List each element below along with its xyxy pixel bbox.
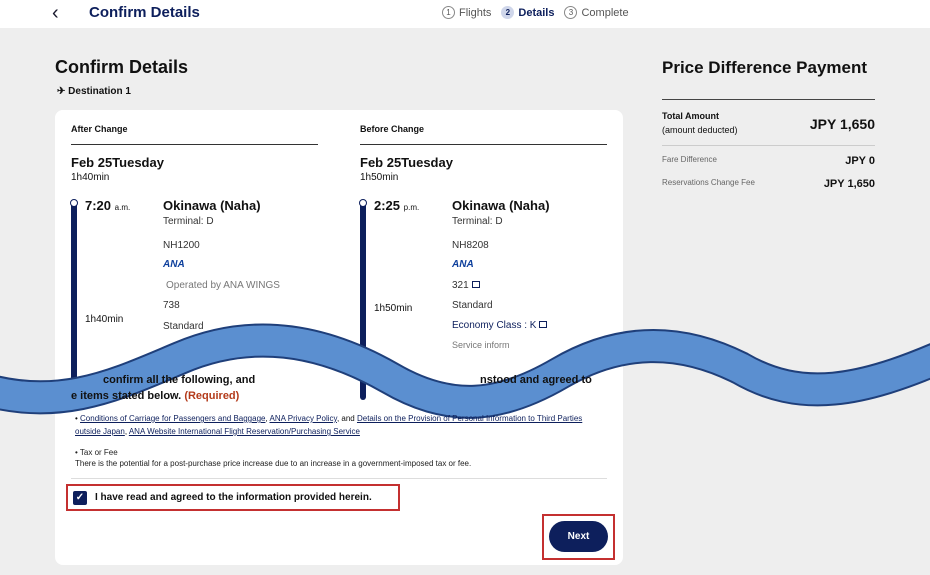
flight-date: Feb 25Tuesday [360, 155, 453, 170]
divider [662, 99, 875, 100]
step-label: Complete [581, 6, 629, 19]
divider [71, 144, 318, 145]
progress-steps: 1 Flights 2 Details 3 Complete [442, 6, 629, 19]
airline-logo: ANA [452, 259, 474, 270]
step-label: Flights [459, 6, 492, 19]
next-button[interactable]: Next [549, 521, 608, 552]
total-value: JPY 1,650 [809, 116, 875, 132]
departure-time: 2:25 p.m. [374, 198, 420, 213]
agree-checkbox-row[interactable]: ✓ I have read and agreed to the informat… [66, 484, 400, 511]
aircraft: 738 [163, 300, 180, 311]
fare-difference-label: Fare Difference [662, 155, 717, 164]
step-flights: 1 Flights [442, 6, 491, 19]
conditions-link[interactable]: Conditions of Carriage for Passengers an… [80, 414, 265, 423]
confirm-instruction-line2: e items stated below. (Required) [71, 390, 240, 402]
terminal: Terminal: D [452, 216, 503, 227]
timeline-dot [70, 199, 78, 207]
divider [662, 145, 875, 146]
step-label: Details [518, 6, 555, 19]
top-bar: ‹ Confirm Details 1 Flights 2 Details 3 … [0, 0, 930, 28]
flight-duration: 1h40min [71, 172, 110, 183]
departure-time: 7:20 a.m. [85, 198, 131, 213]
change-fee-label: Reservations Change Fee [662, 178, 755, 187]
header-title: Confirm Details [89, 4, 200, 21]
and-text: and [341, 414, 355, 423]
step-details: 2 Details [501, 6, 554, 19]
step-number: 3 [564, 6, 578, 19]
fare-difference-value: JPY 0 [845, 155, 875, 167]
flight-number: NH8208 [452, 240, 489, 251]
divider [71, 478, 607, 479]
operated-by: Operated by ANA WINGS [166, 280, 280, 291]
tax-text: There is the potential for a post-purcha… [75, 459, 472, 468]
city: Okinawa (Naha) [452, 198, 550, 213]
aircraft: 321 [452, 280, 480, 291]
check-icon[interactable]: ✓ [73, 490, 87, 505]
tax-title: Tax or Fee [79, 448, 118, 457]
flight-duration: 1h50min [360, 172, 399, 183]
airline-logo: ANA [163, 259, 185, 270]
agree-label[interactable]: I have read and agreed to the informatio… [95, 492, 372, 503]
card-header: After Change [71, 124, 128, 134]
page-title: Confirm Details [55, 57, 189, 77]
confirm-instruction-right: nstood and agreed to [480, 374, 592, 386]
terminal: Terminal: D [163, 216, 214, 227]
price-title: Price Difference Payment [662, 58, 868, 77]
tax-notice: • Tax or Fee There is the potential for … [75, 448, 472, 468]
confirm-instruction-left: confirm all the following, and [103, 374, 256, 386]
divider [360, 144, 607, 145]
card-header: Before Change [360, 124, 425, 134]
flight-date: Feb 25Tuesday [71, 155, 164, 170]
total-label: Total Amount [662, 111, 719, 121]
privacy-link[interactable]: ANA Privacy Policy [270, 414, 337, 423]
aircraft-info-icon[interactable] [471, 281, 480, 288]
total-sublabel: (amount deducted) [662, 125, 738, 135]
intl-service-link[interactable]: ANA Website International Flight Reserva… [129, 427, 360, 436]
mid-duration: 1h50min [374, 303, 413, 314]
destination-label: ✈ Destination 1 [57, 86, 131, 97]
back-icon[interactable]: ‹ [52, 2, 59, 25]
step-number: 2 [501, 6, 515, 19]
fare-type: Standard [452, 300, 493, 311]
timeline-dot [359, 199, 367, 207]
flight-number: NH1200 [163, 240, 200, 251]
step-complete: 3 Complete [564, 6, 629, 19]
step-number: 1 [442, 6, 455, 19]
city: Okinawa (Naha) [163, 198, 261, 213]
change-fee-value: JPY 1,650 [823, 178, 875, 190]
terms-links: • Conditions of Carriage for Passengers … [75, 414, 583, 436]
